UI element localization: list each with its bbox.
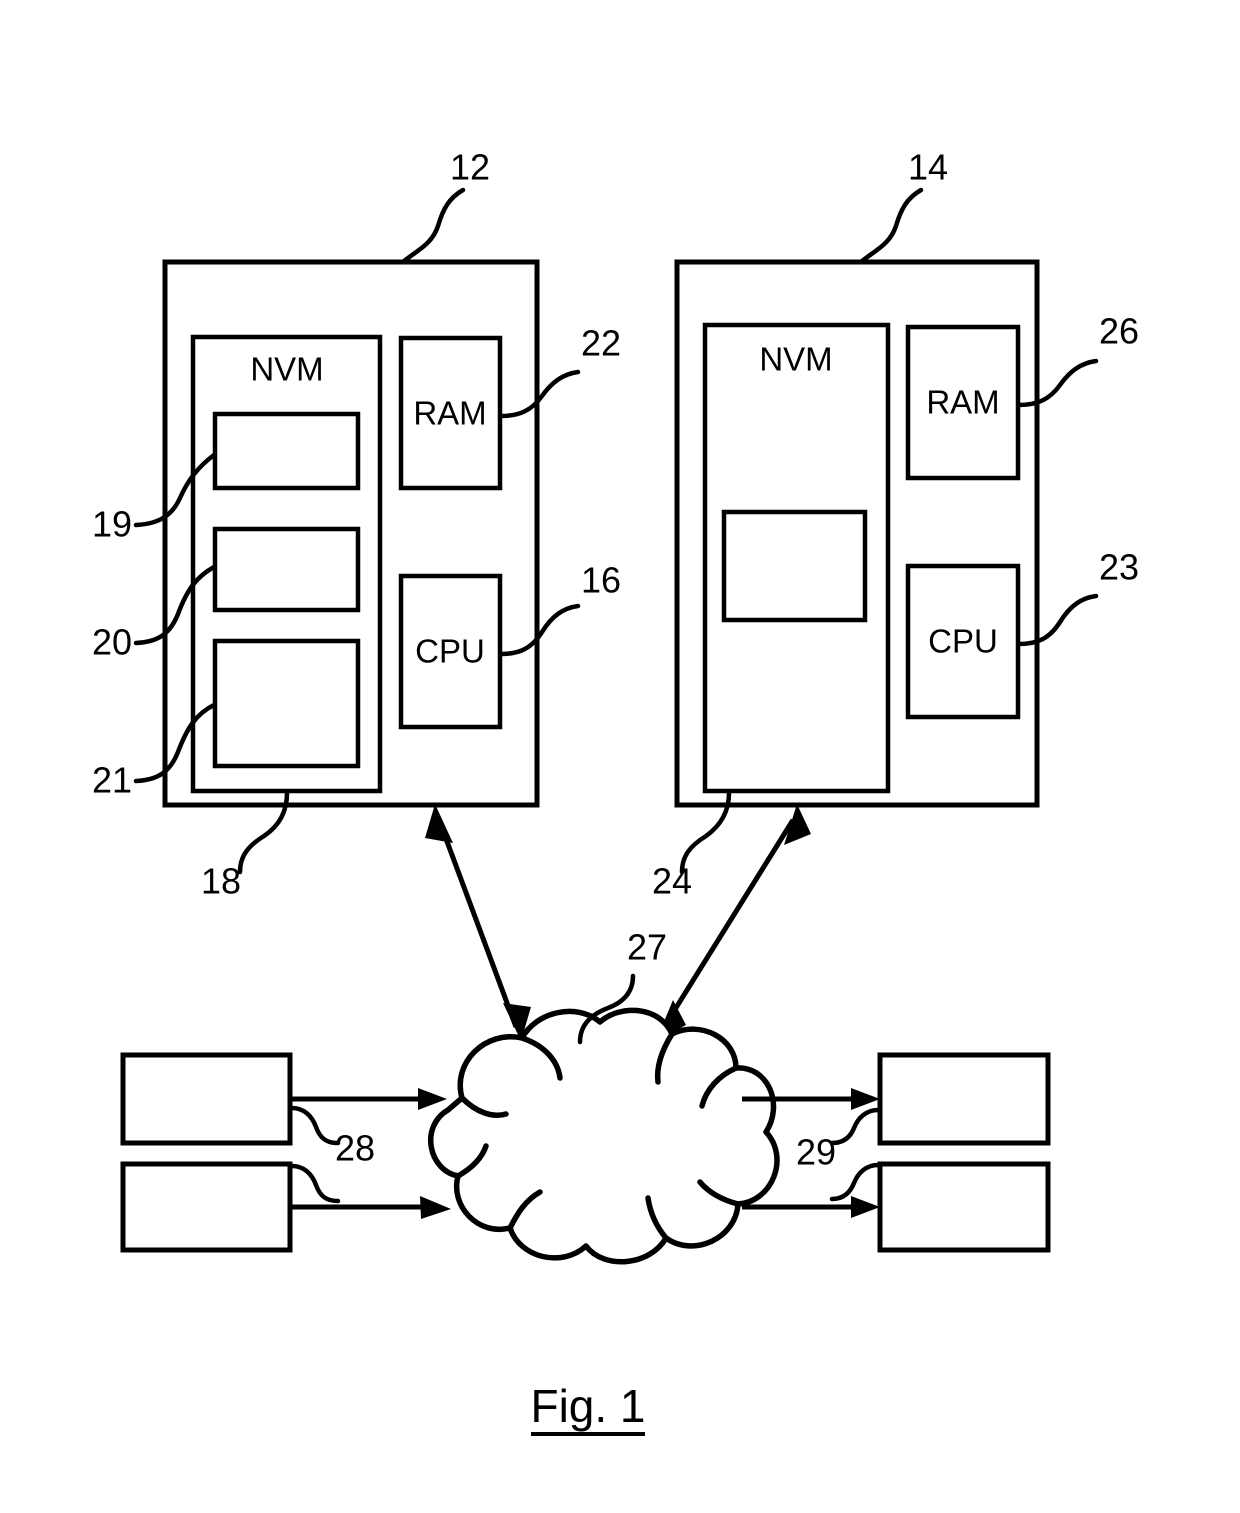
device-right-network-line — [661, 818, 796, 1029]
left-nodes-group: 28 — [120, 1052, 451, 1253]
ref-numeral-24: 24 — [652, 861, 692, 902]
ref-numeral-27: 27 — [627, 927, 667, 968]
device-left-nvm-box — [190, 334, 383, 794]
leader-23 — [1016, 593, 1099, 647]
patent-figure: NVM RAM CPU 12 19 20 21 18 22 16 NVM RAM… — [0, 0, 1240, 1513]
ref-numeral-23: 23 — [1099, 547, 1139, 588]
ref-numeral-21: 21 — [92, 760, 132, 801]
ref-numeral-19: 19 — [92, 504, 132, 545]
network-cloud-group: 27 — [428, 927, 780, 1265]
device-right-nvm-block-1 — [721, 509, 868, 623]
ref-numeral-14: 14 — [908, 147, 948, 188]
leader-26 — [1016, 358, 1099, 408]
device-right-network-connector — [656, 804, 811, 1041]
left-node-2-arrowhead — [420, 1196, 451, 1219]
right-node-box-1 — [877, 1052, 1051, 1146]
device-left-network-line — [436, 819, 519, 1028]
device-left-outer-box — [162, 259, 540, 808]
leader-28-lower — [289, 1163, 341, 1204]
leader-21 — [133, 702, 217, 784]
device-left-nvm-block-1 — [212, 411, 361, 491]
device-left-nvm-block-2 — [212, 526, 361, 613]
leader-19 — [133, 452, 217, 528]
device-right-group: NVM RAM CPU — [674, 259, 1040, 808]
right-node-1-arrowhead — [851, 1088, 880, 1110]
device-left-nvm-label: NVM — [250, 351, 323, 388]
figure-caption-group: Fig. 1 — [530, 1380, 646, 1436]
left-node-box-1 — [120, 1052, 293, 1146]
ref-numeral-22: 22 — [581, 323, 621, 364]
ref-numeral-18: 18 — [201, 861, 241, 902]
right-nodes-group: 29 — [742, 1052, 1051, 1253]
device-right-nvm-label: NVM — [759, 341, 832, 378]
right-node-box-2 — [877, 1161, 1051, 1253]
device-left-group: NVM RAM CPU — [162, 259, 540, 808]
device-right-nvm-box — [702, 322, 891, 794]
leader-14 — [859, 187, 924, 264]
ref-numeral-20: 20 — [92, 622, 132, 663]
device-left-network-arrowhead-up — [425, 804, 453, 843]
device-right-ram-label: RAM — [926, 384, 999, 421]
device-left-nvm-block-3 — [212, 638, 361, 769]
ref-numeral-26: 26 — [1099, 311, 1139, 352]
patent-diagram-canvas: NVM RAM CPU 12 19 20 21 18 22 16 NVM RAM… — [92, 147, 1139, 1436]
device-left-network-connector — [425, 804, 531, 1041]
leader-29-lower — [829, 1162, 881, 1202]
device-right-cpu-label: CPU — [928, 623, 998, 660]
ref-numeral-28: 28 — [335, 1128, 375, 1169]
leader-29-upper — [829, 1107, 881, 1146]
ref-numeral-16: 16 — [581, 560, 621, 601]
device-left-ram-label: RAM — [413, 395, 486, 432]
right-node-2-arrowhead — [851, 1196, 880, 1218]
figure-caption-text: Fig. 1 — [530, 1380, 645, 1432]
leader-28-upper — [289, 1105, 341, 1146]
leader-12 — [401, 187, 466, 264]
device-right-outer-box — [674, 259, 1040, 808]
ref-numeral-12: 12 — [450, 147, 490, 188]
left-node-box-2 — [120, 1161, 293, 1253]
leader-20 — [133, 564, 217, 646]
ref-numeral-29: 29 — [796, 1132, 836, 1173]
left-node-1-arrowhead — [418, 1088, 447, 1110]
cloud-icon — [428, 1007, 780, 1265]
device-left-cpu-label: CPU — [415, 633, 485, 670]
